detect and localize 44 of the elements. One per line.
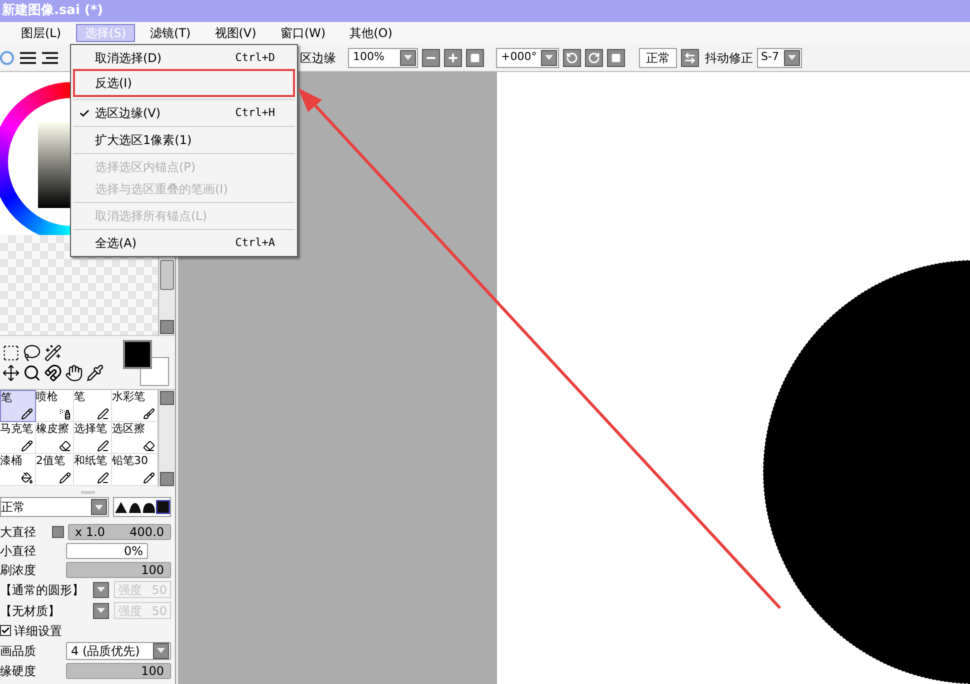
setting-label: 画品质 <box>0 642 37 660</box>
zoom-value: 100% <box>353 49 384 66</box>
brush-label: 铅笔30 <box>112 454 148 467</box>
setting-label: 大直径 <box>0 524 37 540</box>
min-size-value: 0% <box>124 542 143 560</box>
menu-option-label: 全选(A) <box>95 235 137 252</box>
menu-option-label: 选区边缘(V) <box>95 105 161 122</box>
brush-label: 水彩笔 <box>112 390 145 403</box>
menu-option-label: 扩大选区1像素(1) <box>95 132 192 149</box>
checkbox-label: 详细设置 <box>14 622 62 640</box>
menu-shortcut: Ctrl+H <box>235 104 275 121</box>
brush-label: 喷枪 <box>36 390 58 403</box>
density-value: 100 <box>141 564 164 576</box>
size-value: 400.0 <box>130 526 164 538</box>
setting-label: 小直径 <box>0 542 37 560</box>
brush-label: 笔 <box>1 391 12 404</box>
menu-option-label: 取消选择(D) <box>95 50 162 67</box>
menu-shortcut: Ctrl+A <box>235 234 275 251</box>
brush-label: 橡皮擦 <box>36 422 69 435</box>
brush-label: 马克笔 <box>0 422 33 435</box>
setting-label: 缘硬度 <box>0 662 37 680</box>
blend-mode-value: 正常 <box>1 499 25 516</box>
menu-option-label: 选择与选区重叠的笔画(I) <box>95 181 228 198</box>
hardness-value: 100 <box>141 664 164 676</box>
rotation-value: +000° <box>501 49 537 66</box>
setting-label: 刷浓度 <box>0 562 37 578</box>
toolbar-label: 区边缘 <box>300 50 336 66</box>
quality-value: 4 (品质优先) <box>71 642 140 660</box>
window-title: 新建图像.sai (*) <box>2 2 104 20</box>
texture-value: 【通常的圆形】 <box>0 582 84 598</box>
brush-label: 选区擦 <box>112 422 145 435</box>
brush-label: 漆桶 <box>0 454 22 467</box>
brush-label: 笔 <box>74 390 85 403</box>
brush-label: 选择笔 <box>74 422 107 435</box>
menu-option-label: 反选(I) <box>95 75 132 92</box>
menu-option-label: 选择选区内锚点(P) <box>95 159 196 176</box>
menu-option-label: 取消选择所有锚点(L) <box>95 208 208 225</box>
menu-shortcut: Ctrl+D <box>235 50 275 66</box>
texture-value: 【无材质】 <box>0 602 60 620</box>
brush-label: 和纸笔 <box>74 454 107 467</box>
size-multiplier: x 1.0 <box>75 526 105 538</box>
brush-label: 2值笔 <box>36 454 65 467</box>
toolbar-label: 抖动修正 <box>705 50 753 66</box>
stabilizer-value: S-7 <box>761 49 779 66</box>
